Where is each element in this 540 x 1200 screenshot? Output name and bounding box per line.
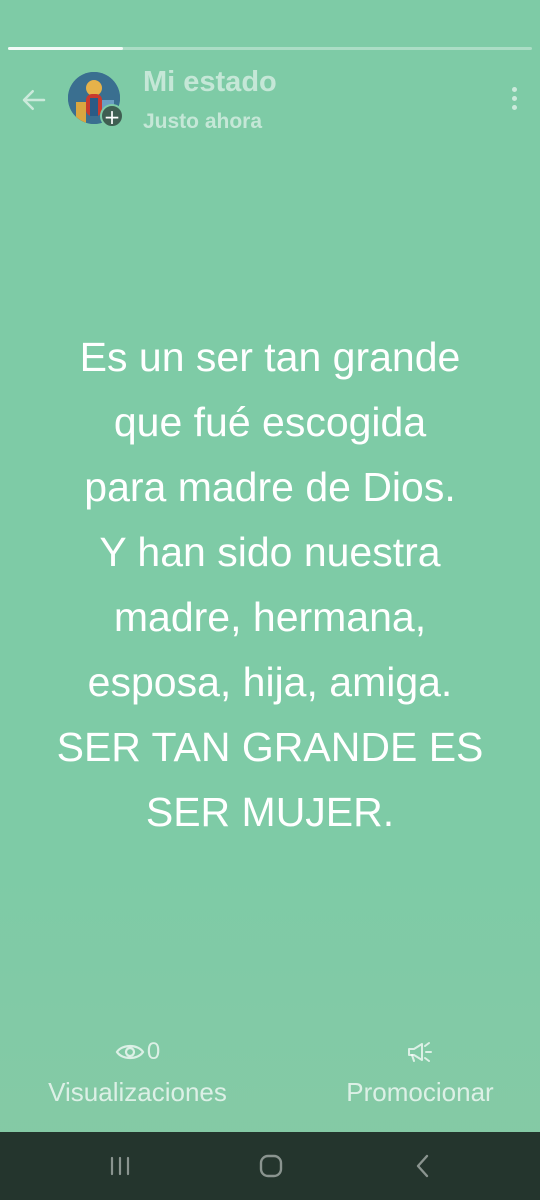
nav-home-button[interactable] [251, 1148, 291, 1184]
home-icon [259, 1154, 283, 1178]
views-count: 0 [146, 1038, 161, 1065]
back-button[interactable] [14, 80, 54, 120]
status-text: Es un ser tan grande que fué escogida pa… [56, 334, 484, 835]
arrow-left-icon [22, 90, 46, 110]
status-owner-title: Mi estado [143, 66, 277, 98]
more-options-button[interactable] [502, 80, 526, 116]
nav-back-button[interactable] [403, 1148, 443, 1184]
system-navigation-bar [0, 1132, 540, 1200]
views-label: Visualizaciones [48, 1077, 227, 1107]
status-progress-bar [8, 47, 532, 50]
status-header: + Mi estado Justo ahora [0, 60, 540, 140]
recents-icon [110, 1156, 130, 1176]
eye-icon [115, 1044, 145, 1060]
views-button[interactable]: 0 Visualizaciones [30, 1035, 245, 1108]
add-status-badge[interactable]: + [100, 104, 124, 128]
chevron-left-icon [416, 1154, 429, 1178]
status-viewer: + Mi estado Justo ahora Es un ser tan gr… [0, 0, 540, 1200]
megaphone-icon [408, 1042, 432, 1062]
nav-recents-button[interactable] [100, 1148, 140, 1184]
avatar[interactable]: + [68, 72, 124, 128]
status-timestamp: Justo ahora [143, 110, 263, 133]
promote-label: Promocionar [346, 1077, 494, 1107]
status-progress-fill [8, 47, 124, 50]
promote-button[interactable]: Promocionar [325, 1035, 515, 1108]
more-vert-icon [511, 86, 517, 92]
